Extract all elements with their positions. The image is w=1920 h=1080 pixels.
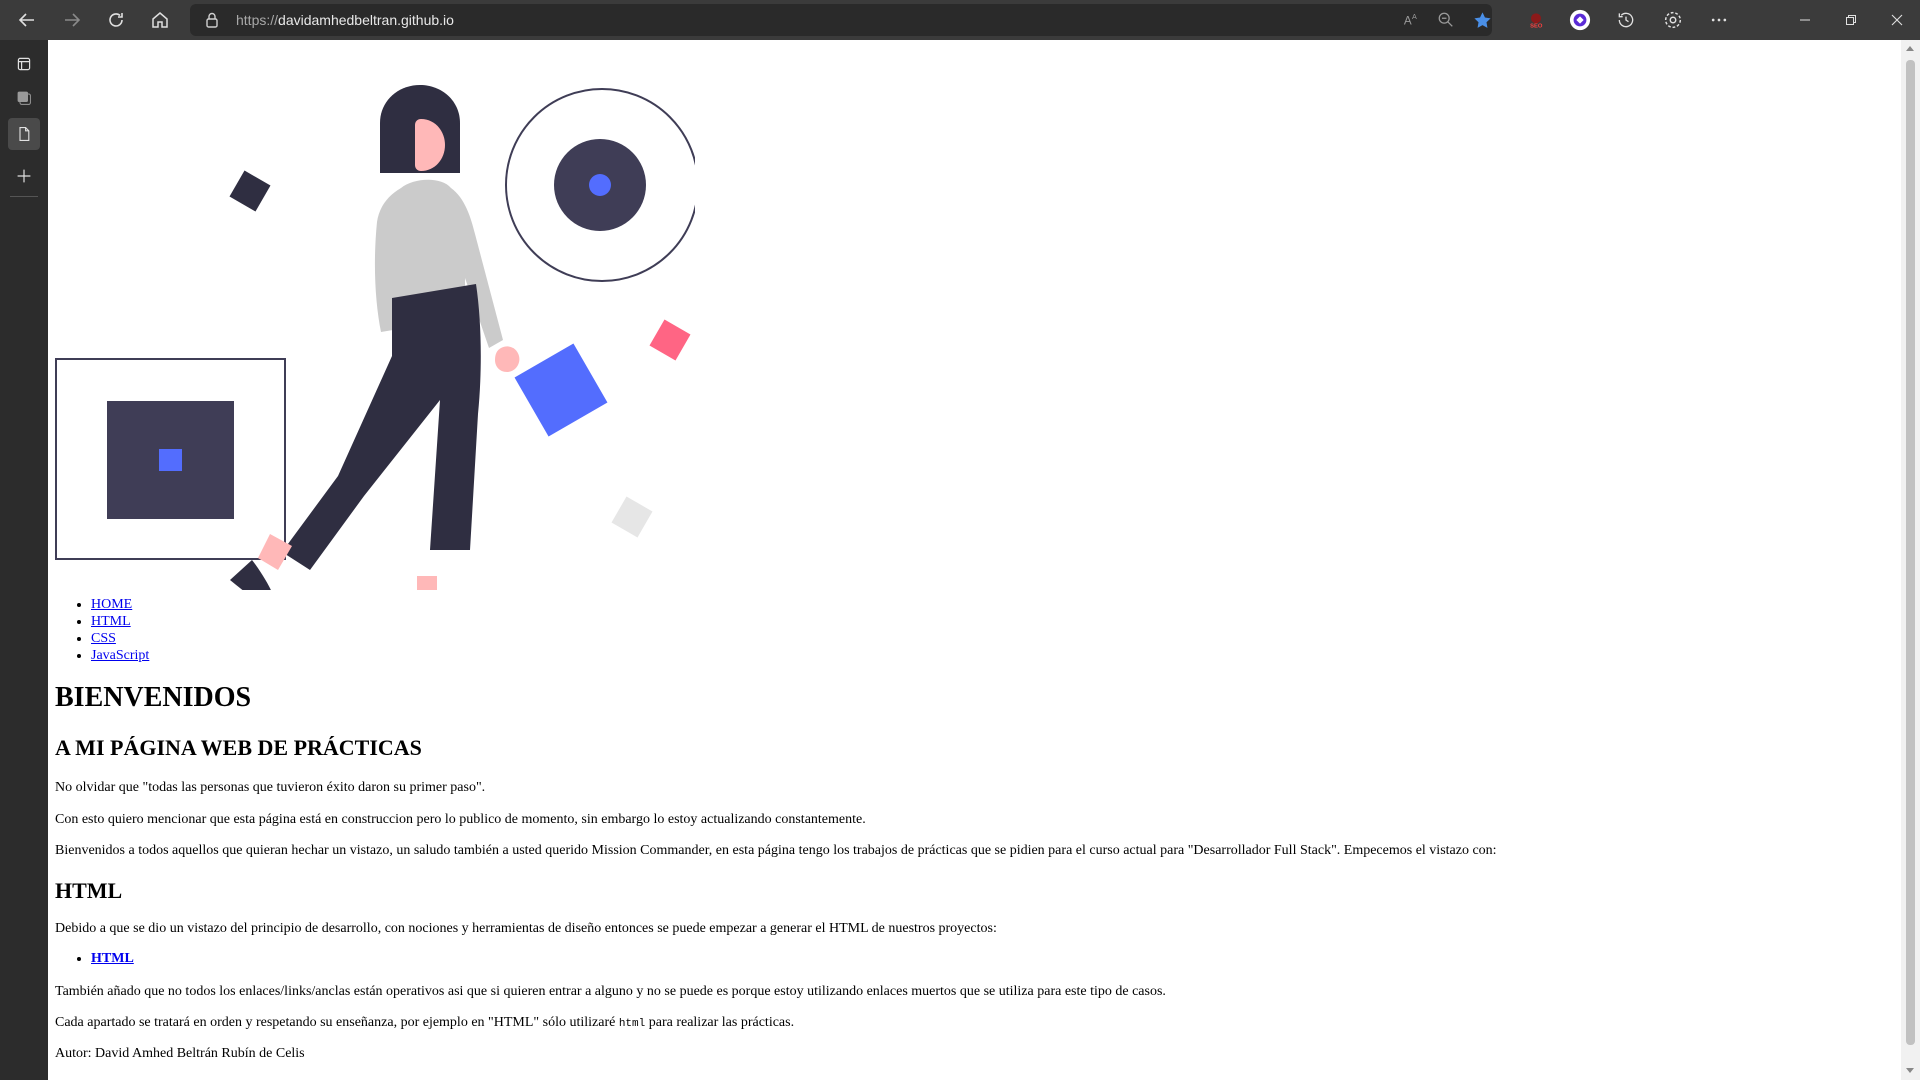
- author-text: Autor: David Amhed Beltrán Rubín de Celi…: [55, 1046, 305, 1061]
- page-icon[interactable]: [8, 118, 40, 150]
- menu-item-css: CSS: [91, 630, 149, 647]
- html-code-snippet: html: [618, 1018, 646, 1030]
- welcome-paragraph: Bienvenidos a todos aquellos que quieran…: [55, 843, 1497, 858]
- person-figure: [230, 85, 520, 590]
- browser-toolbar: https://davidamhedbeltran.github.io AA S…: [0, 0, 1920, 40]
- seo-extension-icon[interactable]: SEO: [1524, 8, 1548, 32]
- order-paragraph: Cada apartado se tratará en orden y resp…: [55, 1015, 794, 1031]
- scroll-down-arrow-icon[interactable]: [1906, 1068, 1914, 1073]
- blue-dot-square: [159, 449, 182, 471]
- favorite-star-icon[interactable]: [1472, 10, 1492, 30]
- dark-square: [229, 170, 271, 212]
- menu-item-home: HOME: [91, 596, 149, 613]
- add-icon[interactable]: [8, 160, 40, 192]
- page-viewport[interactable]: HOME HTML CSS JavaScript BIENVENIDOS A M…: [48, 40, 1901, 1080]
- read-aloud-icon[interactable]: AA: [1402, 10, 1422, 30]
- menu-item-html: HTML: [91, 613, 149, 630]
- home-icon[interactable]: [146, 6, 174, 34]
- refresh-icon[interactable]: [102, 6, 130, 34]
- menu-link-javascript[interactable]: JavaScript: [91, 648, 149, 663]
- html-sublist-item: HTML: [91, 951, 134, 967]
- intro-paragraph: No olvidar que "todas las personas que t…: [55, 780, 486, 795]
- extension-icon[interactable]: [1568, 8, 1592, 32]
- construction-paragraph: Con esto quiero mencionar que esta págin…: [55, 812, 866, 827]
- svg-text:SEO: SEO: [1530, 24, 1543, 30]
- browser-sidebar: [0, 40, 48, 1080]
- scroll-up-arrow-icon[interactable]: [1906, 46, 1914, 51]
- collections-icon[interactable]: [8, 82, 40, 114]
- url-text[interactable]: https://davidamhedbeltran.github.io: [236, 4, 454, 36]
- menu-item-javascript: JavaScript: [91, 647, 149, 664]
- gray-square: [611, 496, 653, 538]
- menu-link-home[interactable]: HOME: [91, 597, 132, 612]
- zoom-out-icon[interactable]: [1436, 10, 1456, 30]
- sidebar-divider: [10, 196, 38, 197]
- history-icon[interactable]: [1614, 8, 1638, 32]
- page-title: BIENVENIDOS: [55, 682, 252, 713]
- settings-icon[interactable]: [1661, 8, 1685, 32]
- menu-link-css[interactable]: CSS: [91, 631, 116, 646]
- html-sublist: HTML: [55, 951, 134, 967]
- vertical-scrollbar[interactable]: [1901, 40, 1920, 1080]
- order-text-before: Cada apartado se tratará en orden y resp…: [55, 1015, 619, 1030]
- restore-icon[interactable]: [1828, 0, 1874, 40]
- forward-arrow-icon[interactable]: [58, 6, 86, 34]
- menu-link-html[interactable]: HTML: [91, 614, 131, 629]
- html-section-heading: HTML: [55, 878, 123, 903]
- center-dot: [589, 174, 611, 196]
- address-bar[interactable]: https://davidamhedbeltran.github.io AA: [190, 4, 1492, 36]
- blue-square: [514, 343, 608, 437]
- more-icon[interactable]: [1707, 8, 1731, 32]
- order-text-after: para realizar las prácticas.: [645, 1015, 795, 1030]
- close-icon[interactable]: [1874, 0, 1920, 40]
- pink-square: [649, 319, 691, 361]
- page-subtitle: A MI PÁGINA WEB DE PRÁCTICAS: [55, 735, 422, 760]
- tab-actions-icon[interactable]: [8, 48, 40, 80]
- svg-text:A: A: [1404, 15, 1412, 28]
- hero-illustration: [55, 85, 695, 590]
- back-arrow-icon[interactable]: [13, 6, 41, 34]
- main-menu: HOME HTML CSS JavaScript: [55, 596, 149, 664]
- lock-icon[interactable]: [204, 11, 220, 34]
- links-note-paragraph: También añado que no todos los enlaces/l…: [55, 984, 1166, 999]
- scroll-thumb[interactable]: [1906, 60, 1915, 1045]
- html-practice-link[interactable]: HTML: [91, 951, 134, 966]
- svg-text:A: A: [1412, 12, 1417, 21]
- minimize-icon[interactable]: [1782, 0, 1828, 40]
- html-section-paragraph: Debido a que se dio un vistazo del princ…: [55, 921, 997, 936]
